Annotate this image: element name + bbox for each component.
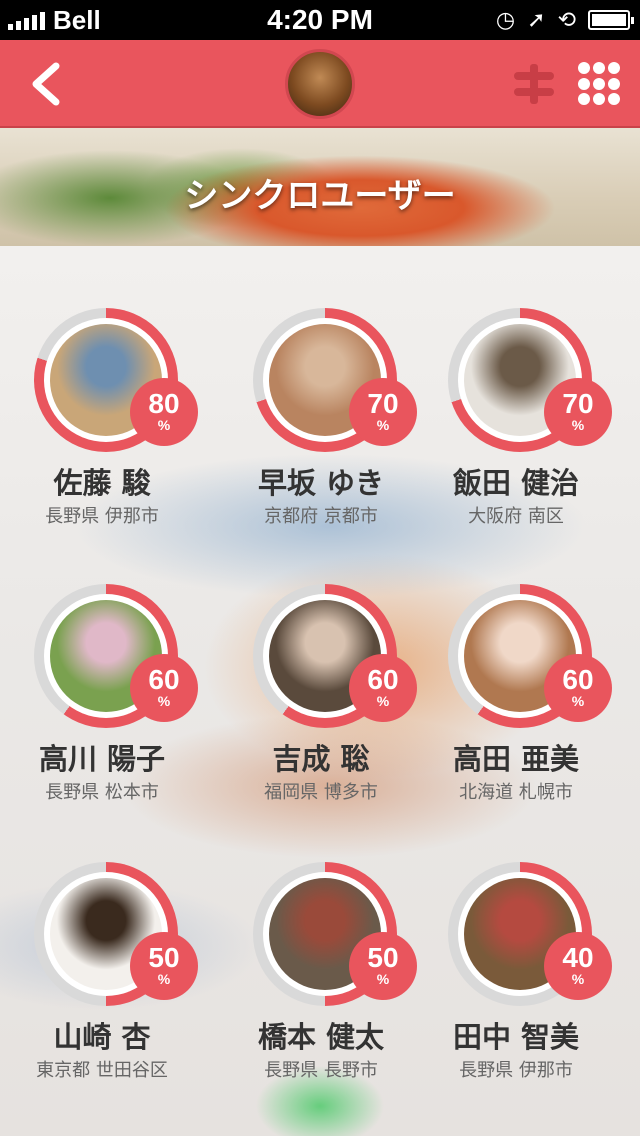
- grid-dot: [608, 77, 620, 90]
- battery-icon: [588, 10, 634, 30]
- user-card[interactable]: 50% 山崎 杏東京都 世田谷区: [2, 862, 202, 1122]
- percent-sign: %: [571, 417, 585, 433]
- grid-menu-button[interactable]: [578, 62, 622, 106]
- percent-sign: %: [571, 971, 585, 987]
- user-location: 長野県 松本市: [45, 782, 159, 803]
- hero-banner: シンクロユーザー: [0, 128, 640, 246]
- user-location: 長野県 長野市: [264, 1060, 378, 1081]
- user-grid: 80% 佐藤 駿長野県 伊那市 70% 早坂 ゆき京都府 京都市 70% 飯田 健治大阪府…: [0, 246, 640, 1136]
- chevron-left-icon: [32, 62, 60, 106]
- match-percent-badge: 50%: [349, 932, 417, 1000]
- user-name[interactable]: 田中 智美: [416, 1014, 616, 1056]
- match-percent-value: 50: [367, 942, 399, 973]
- match-percent-badge: 80%: [130, 378, 198, 446]
- user-name[interactable]: 山崎 杏: [2, 1014, 202, 1056]
- user-card[interactable]: 40% 田中 智美長野県 伊那市: [416, 862, 616, 1122]
- grid-dot: [593, 93, 605, 106]
- match-percent-badge: 60%: [544, 654, 612, 722]
- status-icons: ◷ ➚ ⟲: [495, 6, 634, 34]
- status-bar: Bell 4:20 PM ◷ ➚ ⟲: [0, 0, 640, 40]
- nav-bar: [0, 40, 640, 128]
- back-button[interactable]: [22, 58, 72, 110]
- percent-sign: %: [571, 693, 585, 709]
- user-location: 東京都 世田谷区: [36, 1060, 168, 1081]
- user-card[interactable]: 70% 早坂 ゆき京都府 京都市: [221, 308, 421, 568]
- grid-dot: [578, 77, 590, 90]
- percent-sign: %: [376, 693, 390, 709]
- match-percent-value: 40: [562, 942, 594, 973]
- rotation-lock-icon: ⟲: [557, 7, 576, 32]
- user-card[interactable]: 80% 佐藤 駿長野県 伊那市: [2, 308, 202, 568]
- grid-dot: [608, 93, 620, 106]
- match-percent-value: 60: [367, 664, 399, 695]
- match-percent-value: 70: [562, 388, 594, 419]
- percent-sign: %: [376, 417, 390, 433]
- user-name[interactable]: 飯田 健治: [416, 460, 616, 502]
- user-card[interactable]: 50% 橋本 健太長野県 長野市: [221, 862, 421, 1122]
- match-percent-value: 70: [367, 388, 399, 419]
- grid-dot: [608, 62, 620, 74]
- alarm-icon: ◷: [495, 7, 516, 32]
- filter-button[interactable]: [512, 62, 556, 106]
- user-card[interactable]: 60% 高田 亜美北海道 札幌市: [416, 584, 616, 844]
- user-name[interactable]: 吉成 聡: [221, 736, 421, 778]
- user-location: 福岡県 博多市: [264, 782, 378, 803]
- user-location: 北海道 札幌市: [459, 782, 573, 803]
- percent-sign: %: [157, 971, 171, 987]
- match-percent-badge: 50%: [130, 932, 198, 1000]
- grid-dot: [578, 62, 590, 74]
- page-title: シンクロユーザー: [184, 176, 456, 216]
- percent-sign: %: [157, 693, 171, 709]
- percent-sign: %: [157, 417, 171, 433]
- user-location: 長野県 伊那市: [459, 1060, 573, 1081]
- user-name[interactable]: 早坂 ゆき: [221, 460, 421, 502]
- user-card[interactable]: 60% 高川 陽子長野県 松本市: [2, 584, 202, 844]
- user-location: 京都府 京都市: [264, 506, 378, 527]
- location-icon: ➚: [527, 7, 546, 32]
- match-percent-badge: 40%: [544, 932, 612, 1000]
- match-percent-value: 50: [148, 942, 180, 973]
- grid-dot: [593, 77, 605, 90]
- grid-dot: [578, 93, 590, 106]
- user-card[interactable]: 60% 吉成 聡福岡県 博多市: [221, 584, 421, 844]
- grid-dot: [593, 62, 605, 74]
- match-percent-value: 60: [148, 664, 180, 695]
- match-percent-badge: 70%: [544, 378, 612, 446]
- user-name[interactable]: 橋本 健太: [221, 1014, 421, 1056]
- user-name[interactable]: 高川 陽子: [2, 736, 202, 778]
- profile-avatar[interactable]: [285, 49, 355, 119]
- user-card[interactable]: 70% 飯田 健治大阪府 南区: [416, 308, 616, 568]
- match-percent-value: 80: [148, 388, 180, 419]
- match-percent-value: 60: [562, 664, 594, 695]
- user-location: 長野県 伊那市: [45, 506, 159, 527]
- user-name[interactable]: 佐藤 駿: [2, 460, 202, 502]
- user-name[interactable]: 高田 亜美: [416, 736, 616, 778]
- match-percent-badge: 70%: [349, 378, 417, 446]
- match-percent-badge: 60%: [349, 654, 417, 722]
- percent-sign: %: [376, 971, 390, 987]
- filter-sliders-icon: [514, 64, 554, 104]
- match-percent-badge: 60%: [130, 654, 198, 722]
- user-location: 大阪府 南区: [468, 506, 564, 527]
